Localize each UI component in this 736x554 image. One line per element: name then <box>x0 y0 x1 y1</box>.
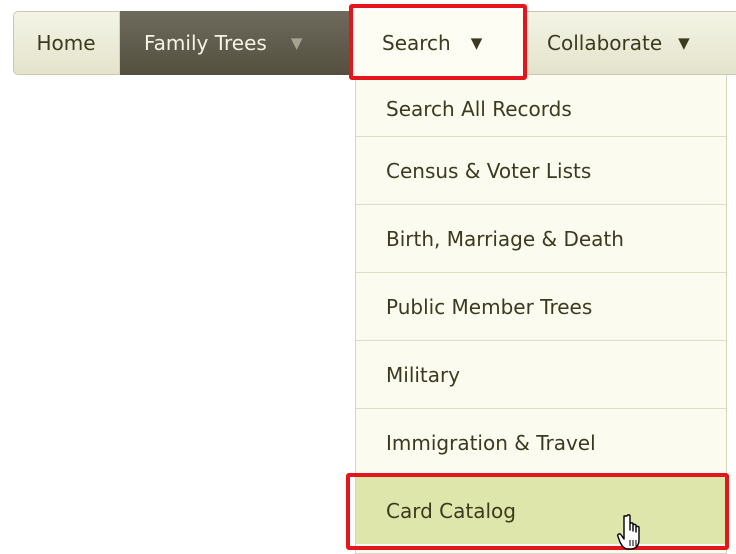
nav-tab-collaborate-label: Collaborate <box>547 31 663 55</box>
menu-item-birth-marriage-death[interactable]: Birth, Marriage & Death <box>356 204 726 272</box>
menu-item-census-voter-lists[interactable]: Census & Voter Lists <box>356 136 726 204</box>
caret-down-icon: ▼ <box>290 34 303 52</box>
menu-item-label: Military <box>386 362 461 387</box>
menu-item-label: Birth, Marriage & Death <box>386 226 624 251</box>
menu-item-immigration-travel[interactable]: Immigration & Travel <box>356 408 726 476</box>
menu-item-label: Public Member Trees <box>386 294 593 319</box>
menu-item-label: Immigration & Travel <box>386 430 596 455</box>
hand-pointer-icon <box>617 514 640 550</box>
nav-tab-family-trees-label: Family Trees <box>144 31 267 55</box>
nav-tab-search-label: Search <box>382 31 451 55</box>
menu-item-label: Search All Records <box>386 97 572 121</box>
menu-item-card-catalog[interactable]: Card Catalog <box>356 476 726 544</box>
caret-down-icon: ▼ <box>470 34 483 52</box>
caret-down-icon: ▼ <box>678 34 690 52</box>
nav-tab-collaborate[interactable]: Collaborate ▼ <box>523 11 736 75</box>
nav-tab-home[interactable]: Home <box>13 11 120 75</box>
menu-item-search-all-records[interactable]: Search All Records <box>356 75 726 143</box>
nav-tab-home-label: Home <box>36 31 96 55</box>
screenshot-stage: Home Family Trees ▼ Search ▼ Collaborate… <box>0 0 736 554</box>
menu-item-military[interactable]: Military <box>356 340 726 408</box>
menu-item-label: Card Catalog <box>386 498 516 523</box>
nav-tab-family-trees[interactable]: Family Trees ▼ <box>120 11 352 75</box>
search-dropdown-menu: Search All Records Census & Voter Lists … <box>355 75 727 554</box>
nav-tab-search[interactable]: Search ▼ <box>352 11 523 75</box>
menu-item-public-member-trees[interactable]: Public Member Trees <box>356 272 726 340</box>
menu-item-label: Census & Voter Lists <box>386 158 592 183</box>
